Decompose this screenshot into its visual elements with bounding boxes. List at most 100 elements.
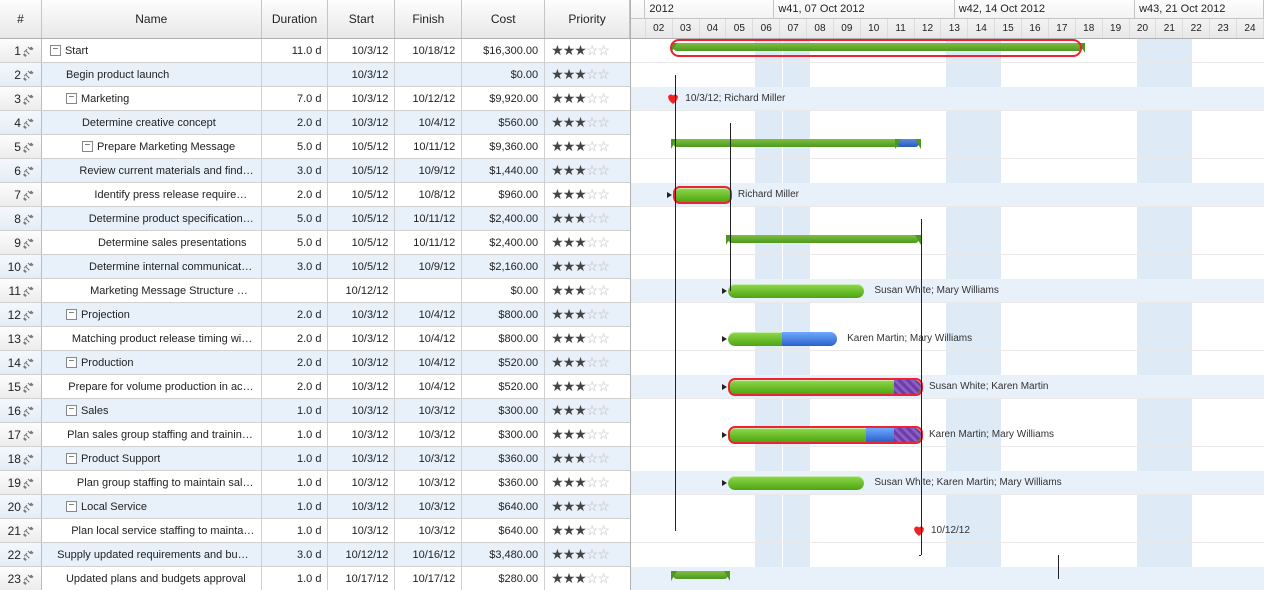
task-name-cell[interactable]: −Production bbox=[42, 351, 262, 374]
gantt-row[interactable] bbox=[631, 135, 1264, 159]
cost-cell[interactable]: $1,440.00 bbox=[462, 159, 545, 182]
duration-cell[interactable]: 3.0 d bbox=[262, 255, 329, 278]
col-header-dur[interactable]: Duration bbox=[262, 0, 329, 38]
table-row[interactable]: 12 −Projection 2.0 d 10/3/12 10/4/12 $80… bbox=[0, 303, 630, 327]
col-header-name[interactable]: Name bbox=[42, 0, 262, 38]
start-cell[interactable]: 10/5/12 bbox=[328, 255, 395, 278]
table-row[interactable]: 16 −Sales 1.0 d 10/3/12 10/3/12 $300.00 … bbox=[0, 399, 630, 423]
duration-cell[interactable]: 2.0 d bbox=[262, 111, 329, 134]
duration-cell[interactable]: 2.0 d bbox=[262, 303, 329, 326]
finish-cell[interactable]: 10/4/12 bbox=[395, 303, 462, 326]
duration-cell[interactable]: 7.0 d bbox=[262, 87, 329, 110]
cost-cell[interactable]: $2,400.00 bbox=[462, 207, 545, 230]
duration-cell[interactable]: 2.0 d bbox=[262, 351, 329, 374]
table-row[interactable]: 22 Supply updated requirements and budge… bbox=[0, 543, 630, 567]
priority-cell[interactable]: ★★★☆☆ bbox=[545, 447, 630, 470]
start-cell[interactable]: 10/3/12 bbox=[328, 399, 395, 422]
task-bar[interactable] bbox=[728, 284, 865, 298]
expand-toggle[interactable]: − bbox=[66, 501, 77, 512]
task-name-cell[interactable]: Determine creative concept bbox=[42, 111, 262, 134]
start-cell[interactable]: 10/5/12 bbox=[328, 183, 395, 206]
duration-cell[interactable]: 1.0 d bbox=[262, 519, 329, 542]
task-name-cell[interactable]: −Projection bbox=[42, 303, 262, 326]
cost-cell[interactable]: $520.00 bbox=[462, 375, 545, 398]
finish-cell[interactable]: 10/3/12 bbox=[395, 495, 462, 518]
table-row[interactable]: 4 Determine creative concept 2.0 d 10/3/… bbox=[0, 111, 630, 135]
finish-cell[interactable]: 10/17/12 bbox=[395, 567, 462, 590]
expand-toggle[interactable]: − bbox=[50, 45, 61, 56]
start-cell[interactable]: 10/17/12 bbox=[328, 567, 395, 590]
col-header-cost[interactable]: Cost bbox=[462, 0, 545, 38]
finish-cell[interactable]: 10/11/12 bbox=[395, 207, 462, 230]
gantt-row[interactable] bbox=[631, 39, 1264, 63]
expand-toggle[interactable]: − bbox=[66, 309, 77, 320]
milestone-icon[interactable] bbox=[912, 524, 926, 538]
task-name-cell[interactable]: Determine internal communication needs bbox=[42, 255, 262, 278]
finish-cell[interactable]: 10/18/12 bbox=[395, 39, 462, 62]
start-cell[interactable]: 10/5/12 bbox=[328, 159, 395, 182]
start-cell[interactable]: 10/3/12 bbox=[328, 471, 395, 494]
duration-cell[interactable]: 2.0 d bbox=[262, 375, 329, 398]
table-row[interactable]: 20 −Local Service 1.0 d 10/3/12 10/3/12 … bbox=[0, 495, 630, 519]
table-row[interactable]: 21 Plan local service staffing to mainta… bbox=[0, 519, 630, 543]
priority-cell[interactable]: ★★★☆☆ bbox=[545, 375, 630, 398]
priority-cell[interactable]: ★★★☆☆ bbox=[545, 207, 630, 230]
cost-cell[interactable]: $16,300.00 bbox=[462, 39, 545, 62]
finish-cell[interactable]: 10/4/12 bbox=[395, 351, 462, 374]
priority-cell[interactable]: ★★★☆☆ bbox=[545, 351, 630, 374]
start-cell[interactable]: 10/3/12 bbox=[328, 63, 395, 86]
priority-cell[interactable]: ★★★☆☆ bbox=[545, 39, 630, 62]
expand-toggle[interactable]: − bbox=[66, 93, 77, 104]
cost-cell[interactable]: $9,360.00 bbox=[462, 135, 545, 158]
task-name-cell[interactable]: −Marketing bbox=[42, 87, 262, 110]
cost-cell[interactable]: $9,920.00 bbox=[462, 87, 545, 110]
task-name-cell[interactable]: −Prepare Marketing Message bbox=[42, 135, 262, 158]
task-bar[interactable] bbox=[728, 378, 923, 396]
priority-cell[interactable]: ★★★☆☆ bbox=[545, 279, 630, 302]
duration-cell[interactable]: 1.0 d bbox=[262, 447, 329, 470]
duration-cell[interactable]: 1.0 d bbox=[262, 471, 329, 494]
duration-cell[interactable]: 5.0 d bbox=[262, 207, 329, 230]
duration-cell[interactable]: 5.0 d bbox=[262, 135, 329, 158]
start-cell[interactable]: 10/3/12 bbox=[328, 447, 395, 470]
task-name-cell[interactable]: −Product Support bbox=[42, 447, 262, 470]
start-cell[interactable]: 10/5/12 bbox=[328, 231, 395, 254]
start-cell[interactable]: 10/5/12 bbox=[328, 135, 395, 158]
gantt-row[interactable] bbox=[631, 231, 1264, 255]
task-name-cell[interactable]: Plan local service staffing to maintain … bbox=[42, 519, 262, 542]
priority-cell[interactable]: ★★★☆☆ bbox=[545, 567, 630, 590]
duration-cell[interactable]: 3.0 d bbox=[262, 159, 329, 182]
cost-cell[interactable]: $0.00 bbox=[462, 63, 545, 86]
finish-cell[interactable]: 10/16/12 bbox=[395, 543, 462, 566]
duration-cell[interactable]: 1.0 d bbox=[262, 567, 329, 590]
start-cell[interactable]: 10/3/12 bbox=[328, 111, 395, 134]
duration-cell[interactable] bbox=[262, 279, 329, 302]
finish-cell[interactable]: 10/12/12 bbox=[395, 87, 462, 110]
duration-cell[interactable]: 1.0 d bbox=[262, 399, 329, 422]
finish-cell[interactable]: 10/3/12 bbox=[395, 447, 462, 470]
finish-cell[interactable]: 10/9/12 bbox=[395, 159, 462, 182]
start-cell[interactable]: 10/3/12 bbox=[328, 351, 395, 374]
start-cell[interactable]: 10/3/12 bbox=[328, 303, 395, 326]
gantt-row[interactable]: Richard Miller bbox=[631, 183, 1264, 207]
task-name-cell[interactable]: Marketing Message Structure Complete bbox=[42, 279, 262, 302]
finish-cell[interactable]: 10/4/12 bbox=[395, 111, 462, 134]
task-name-cell[interactable]: Determine product specification material… bbox=[42, 207, 262, 230]
duration-cell[interactable] bbox=[262, 63, 329, 86]
col-header-num[interactable]: # bbox=[0, 0, 42, 38]
expand-toggle[interactable]: − bbox=[66, 405, 77, 416]
finish-cell[interactable]: 10/3/12 bbox=[395, 423, 462, 446]
duration-cell[interactable]: 11.0 d bbox=[262, 39, 329, 62]
start-cell[interactable]: 10/3/12 bbox=[328, 39, 395, 62]
start-cell[interactable]: 10/3/12 bbox=[328, 519, 395, 542]
table-row[interactable]: 5 −Prepare Marketing Message 5.0 d 10/5/… bbox=[0, 135, 630, 159]
cost-cell[interactable]: $800.00 bbox=[462, 303, 545, 326]
priority-cell[interactable]: ★★★☆☆ bbox=[545, 111, 630, 134]
task-name-cell[interactable]: −Local Service bbox=[42, 495, 262, 518]
table-row[interactable]: 13 Matching product release timing with … bbox=[0, 327, 630, 351]
duration-cell[interactable]: 3.0 d bbox=[262, 543, 329, 566]
gantt-row[interactable]: Karen Martin; Mary Williams bbox=[631, 327, 1264, 351]
priority-cell[interactable]: ★★★☆☆ bbox=[545, 231, 630, 254]
task-bar[interactable] bbox=[673, 186, 732, 204]
task-name-cell[interactable]: Supply updated requirements and budgets … bbox=[42, 543, 262, 566]
